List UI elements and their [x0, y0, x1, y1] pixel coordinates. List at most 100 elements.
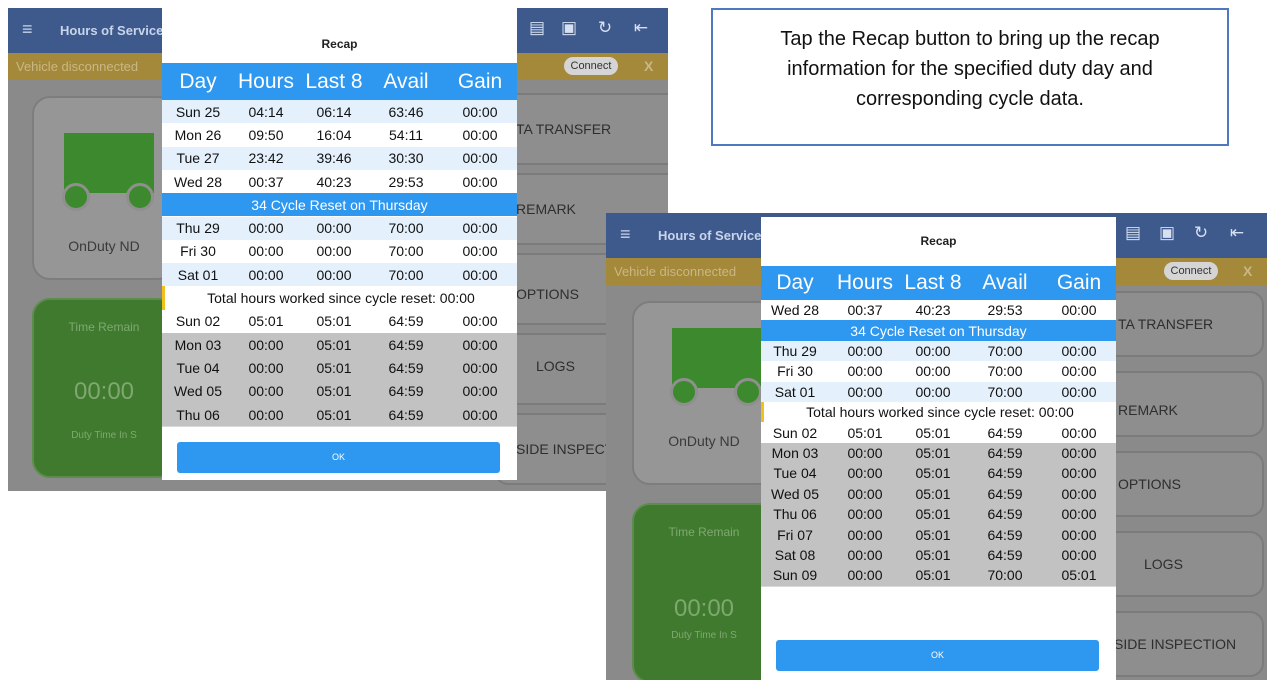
refresh-icon[interactable]: ↻: [1190, 222, 1212, 244]
logout-icon[interactable]: ⇤: [1226, 222, 1248, 244]
app-title: Hours of Service: [60, 23, 164, 38]
recap-cell: 05:01: [316, 336, 352, 353]
recap-cell: 00:00: [248, 243, 284, 260]
recap-dialog: Recap Day Hours Last 8 Avail Gain Sun 25 04:14…: [162, 8, 517, 480]
message-icon[interactable]: ▤: [526, 17, 548, 39]
instruction-caption: Tap the Recap button to bring up the rec…: [711, 8, 1229, 146]
recap-cell: Mon 03: [174, 336, 222, 353]
recap-cell: 00:00: [847, 485, 883, 502]
caption-text: Tap the Recap button to bring up the rec…: [780, 28, 1160, 110]
recap-cell: Tue 04: [773, 465, 817, 482]
recap-cell: 00:00: [462, 406, 498, 423]
recap-cell: 05:01: [248, 313, 284, 330]
recap-row: Mon 03 00:00 05:01 64:59 00:00: [761, 442, 1116, 465]
recap-cell: 00:00: [316, 220, 352, 237]
recap-cell: Sun 25: [175, 103, 221, 120]
remark-button[interactable]: REMARK: [1092, 371, 1264, 437]
recap-cell: 05:01: [1061, 567, 1097, 584]
recap-dialog: Recap Day Hours Last 8 Avail Gain Wed 28 00:37…: [761, 217, 1116, 680]
recap-cell: 09:50: [248, 126, 284, 143]
duty-time-label: Duty Time In S: [71, 430, 137, 441]
connect-button[interactable]: Connect: [1164, 262, 1218, 280]
message-icon[interactable]: ▤: [1122, 222, 1144, 244]
recap-row: Tue 04 00:00 05:01 64:59 00:00: [162, 356, 517, 381]
recap-cell: 00:00: [1061, 342, 1097, 359]
recap-cell: Wed 28: [771, 302, 819, 319]
refresh-icon[interactable]: ↻: [594, 17, 616, 39]
recap-row: Mon 03 00:00 05:01 64:59 00:00: [162, 333, 517, 358]
recap-cell: 05:01: [915, 424, 951, 441]
recap-cell: Tue 04: [176, 359, 220, 376]
recap-cell: 00:00: [462, 243, 498, 260]
recap-cell: 64:59: [987, 465, 1023, 482]
recap-cell: Thu 29: [176, 220, 220, 237]
ok-button[interactable]: OK: [177, 442, 500, 473]
connect-button[interactable]: Connect: [564, 57, 618, 75]
time-remaining-label: Time Remain: [668, 525, 740, 539]
recap-cell: Sat 01: [774, 383, 816, 400]
data-transfer-button[interactable]: TA TRANSFER: [1092, 291, 1264, 357]
ok-button[interactable]: OK: [776, 640, 1099, 671]
recap-cell: 70:00: [987, 342, 1023, 359]
recap-row: Sun 02 05:01 05:01 64:59 00:00: [761, 422, 1116, 444]
recap-cell: 64:59: [388, 406, 424, 423]
header-last-8: Last 8: [305, 69, 363, 93]
recap-cell: Tue 27: [176, 150, 220, 167]
duty-status-label: OnDuty ND: [668, 433, 740, 449]
time-remaining-value: 00:00: [673, 595, 735, 622]
recap-cell: Thu 06: [773, 506, 817, 523]
recap-cell: 63:46: [388, 103, 424, 120]
recap-cell: 00:00: [248, 406, 284, 423]
recap-cell: 64:59: [987, 506, 1023, 523]
recap-cell: 70:00: [987, 383, 1023, 400]
menu-icon[interactable]: ≡: [22, 19, 33, 40]
recap-row: Sat 01 00:00 00:00 70:00 00:00: [162, 263, 517, 288]
duty-status-tile[interactable]: OnDuty ND: [32, 96, 176, 280]
recap-row: Sun 02 05:01 05:01 64:59 00:00: [162, 309, 517, 334]
recap-cell: Fri 07: [777, 526, 813, 543]
options-button[interactable]: OPTIONS: [1092, 451, 1264, 517]
recap-row: Thu 29 00:00 00:00 70:00 00:00: [162, 216, 517, 241]
recap-cell: 00:00: [1061, 302, 1097, 319]
recap-cell: 06:14: [316, 103, 352, 120]
recap-cell: 00:37: [248, 173, 284, 190]
recap-row: Thu 29 00:00 00:00 70:00 00:00: [761, 340, 1116, 363]
recap-cell: 00:00: [462, 359, 498, 376]
logs-button[interactable]: LOGS: [1092, 531, 1264, 597]
recap-cell: 00:00: [462, 383, 498, 400]
recap-cell: 00:00: [1061, 444, 1097, 461]
driver-icon[interactable]: ▣: [1156, 222, 1178, 244]
recap-cell: Sun 02: [772, 424, 818, 441]
cycle-reset-banner-text: 34 Cycle Reset on Thursday: [850, 322, 1027, 339]
recap-cell: 16:04: [316, 126, 352, 143]
recap-row: Thu 06 00:00 05:01 64:59 00:00: [162, 402, 517, 428]
warning-text: Vehicle disconnected: [16, 59, 139, 74]
recap-cell: 54:11: [389, 126, 423, 143]
logout-icon[interactable]: ⇤: [630, 17, 652, 39]
recap-cell: Wed 05: [771, 485, 819, 502]
recap-cell: 00:00: [248, 220, 284, 237]
driver-icon[interactable]: ▣: [558, 17, 580, 39]
recap-cell: 00:00: [1061, 363, 1097, 380]
recap-cell: Sun 09: [772, 567, 818, 584]
header-avail: Avail: [383, 69, 429, 93]
recap-cell: 05:01: [915, 567, 951, 584]
recap-cell: 00:00: [462, 336, 498, 353]
recap-cell: 00:00: [915, 383, 951, 400]
recap-row: Sun 25 04:14 06:14 63:46 00:00: [162, 100, 517, 125]
recap-cell: 00:00: [915, 363, 951, 380]
recap-row: Sat 01 00:00 00:00 70:00 00:00: [761, 381, 1116, 403]
duty-status-tile[interactable]: OnDuty ND: [632, 301, 776, 485]
close-warning-button[interactable]: X: [1243, 263, 1252, 279]
inspection-button[interactable]: SIDE INSPECTION: [1092, 611, 1264, 677]
total-hours-row-text: Total hours worked since cycle reset: 00…: [207, 290, 475, 307]
recap-cell: 05:01: [316, 406, 352, 423]
recap-cell: Thu 29: [773, 342, 817, 359]
data-transfer-button[interactable]: TA TRANSFER: [494, 93, 668, 165]
recap-cell: 00:00: [462, 173, 498, 190]
close-warning-button[interactable]: X: [644, 58, 653, 74]
recap-cell: Mon 03: [771, 444, 819, 461]
menu-icon[interactable]: ≡: [620, 224, 631, 245]
header-gain: Gain: [1056, 271, 1102, 294]
recap-row: Tue 27 23:42 39:46 30:30 00:00: [162, 146, 517, 171]
